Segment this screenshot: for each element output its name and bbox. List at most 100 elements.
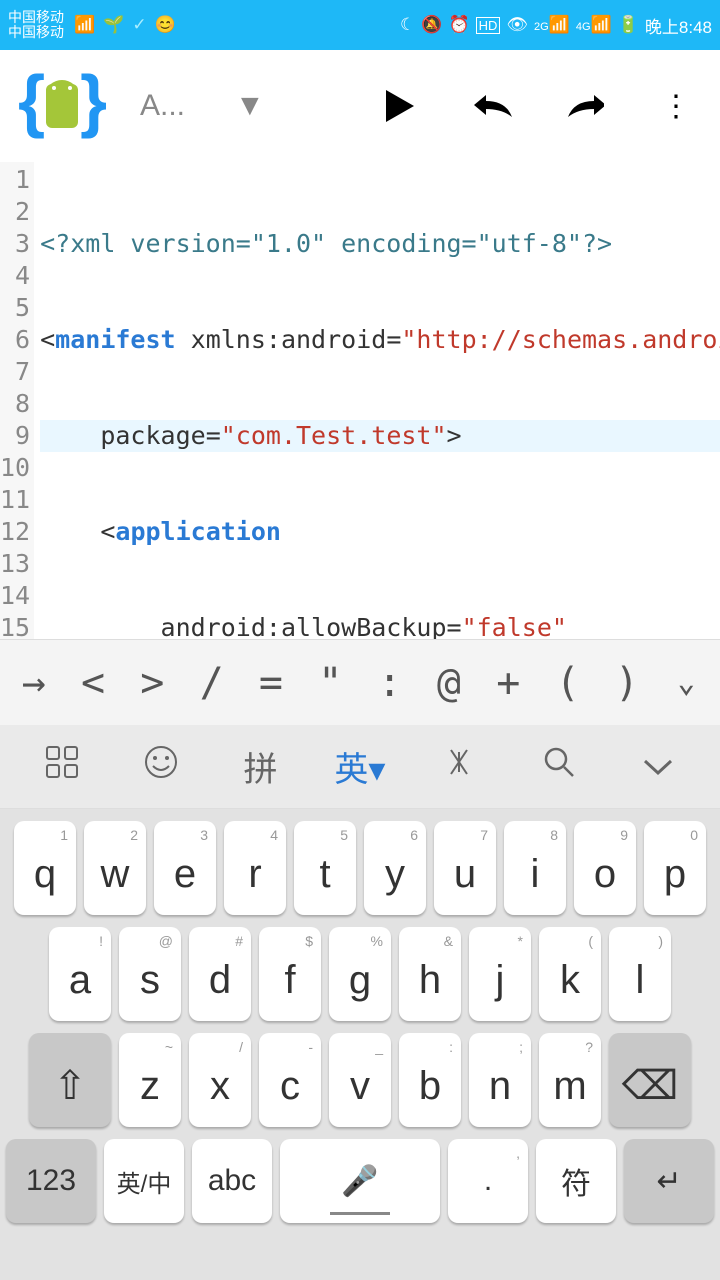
hd-icon: HD [476, 17, 501, 34]
kbd-row-2: !a@s#d$f%g&h*j(k)l [6, 927, 714, 1021]
kbd-pinyin-tab[interactable]: 拼 [225, 742, 297, 791]
key-p[interactable]: 0p [644, 821, 706, 915]
sym-lt[interactable]: < [64, 660, 122, 706]
overflow-menu[interactable]: ⋮ [656, 86, 696, 126]
key-u[interactable]: 7u [434, 821, 496, 915]
signal-4g: 4G📶 [576, 15, 612, 35]
symbol-key[interactable]: 符 [536, 1139, 616, 1223]
key-e[interactable]: 3e [154, 821, 216, 915]
enter-key[interactable]: ↵ [624, 1139, 714, 1223]
key-k[interactable]: (k [539, 927, 601, 1021]
carrier-labels: 中国移动 中国移动 [8, 10, 64, 41]
sym-rparen[interactable]: ) [598, 660, 656, 706]
code-line: <application [40, 516, 720, 548]
sym-gt[interactable]: > [123, 660, 181, 706]
soft-keyboard: 1q2w3e4r5t6y7u8i9o0p !a@s#d$f%g&h*j(k)l … [0, 809, 720, 1280]
carrier-1: 中国移动 [8, 10, 64, 25]
key-s[interactable]: @s [119, 927, 181, 1021]
sym-colon[interactable]: : [361, 660, 419, 706]
key-j[interactable]: *j [469, 927, 531, 1021]
svg-text:}: } [80, 64, 106, 139]
dropdown-icon: ▼ [235, 89, 265, 123]
key-q[interactable]: 1q [14, 821, 76, 915]
status-bar: 中国移动 中国移动 📶 🌱 ✓ 😊 ☾ 🔕 ⏰ HD 👁 2G📶 4G📶 🔋 晚… [0, 0, 720, 50]
sym-collapse[interactable]: ⌄ [657, 665, 715, 700]
kbd-row-1: 1q2w3e4r5t6y7u8i9o0p [6, 821, 714, 915]
file-label: A... [140, 89, 185, 123]
key-z[interactable]: ~z [119, 1033, 181, 1127]
sym-plus[interactable]: + [479, 660, 537, 706]
sym-slash[interactable]: / [183, 660, 241, 706]
lang-key[interactable]: 英/中 [104, 1139, 184, 1223]
moon-icon: ☾ [400, 15, 415, 35]
status-left-icons: 📶 🌱 ✓ 😊 [74, 15, 176, 35]
face-icon: 😊 [155, 15, 176, 35]
file-dropdown[interactable]: A... ▼ [140, 89, 380, 123]
code-line: <manifest xmlns:android="http://schemas.… [40, 324, 720, 356]
keyboard-toolbar: 拼 英▾ [0, 725, 720, 809]
key-m[interactable]: ?m [539, 1033, 601, 1127]
sprout-icon: 🌱 [103, 15, 124, 35]
key-v[interactable]: _v [329, 1033, 391, 1127]
mute-icon: 🔕 [421, 15, 442, 35]
sym-at[interactable]: @ [420, 660, 478, 706]
key-t[interactable]: 5t [294, 821, 356, 915]
kbd-row-3: ⇧ ~z/x-c_v:b;n?m ⌫ [6, 1033, 714, 1127]
pulse-icon: 📶 [74, 15, 95, 35]
sym-lparen[interactable]: ( [539, 660, 597, 706]
key-b[interactable]: :b [399, 1033, 461, 1127]
key-i[interactable]: 8i [504, 821, 566, 915]
symbol-bar: → < > / = " : @ + ( ) ⌄ [0, 639, 720, 725]
app-logo[interactable]: { } [16, 62, 108, 150]
eye-icon: 👁 [506, 15, 528, 35]
kbd-cursor-icon[interactable] [423, 744, 495, 789]
code-content[interactable]: <?xml version="1.0" encoding="utf-8"?> <… [34, 162, 720, 639]
alarm-icon: ⏰ [448, 15, 469, 35]
kbd-grid-icon[interactable] [26, 745, 98, 788]
backspace-key[interactable]: ⌫ [609, 1033, 691, 1127]
shift-key[interactable]: ⇧ [29, 1033, 111, 1127]
key-x[interactable]: /x [189, 1033, 251, 1127]
code-line: android:allowBackup="false" [40, 612, 720, 639]
status-right: ☾ 🔕 ⏰ HD 👁 2G📶 4G📶 🔋 晚上8:48 [400, 13, 712, 38]
kbd-row-bottom: 123 英/中 abc 🎤 ,. 符 ↵ [6, 1139, 714, 1223]
period-key[interactable]: ,. [448, 1139, 528, 1223]
kbd-search-icon[interactable] [523, 744, 595, 789]
key-o[interactable]: 9o [574, 821, 636, 915]
check-icon: ✓ [132, 15, 146, 35]
key-w[interactable]: 2w [84, 821, 146, 915]
app-toolbar: { } A... ▼ ⋮ [0, 50, 720, 162]
key-g[interactable]: %g [329, 927, 391, 1021]
key-f[interactable]: $f [259, 927, 321, 1021]
sym-tab[interactable]: → [5, 660, 63, 706]
undo-button[interactable] [472, 86, 512, 126]
code-line: <?xml version="1.0" encoding="utf-8"?> [40, 228, 720, 260]
key-c[interactable]: -c [259, 1033, 321, 1127]
code-line: package="com.Test.test"> [40, 420, 720, 452]
battery-icon: 🔋 [618, 15, 639, 35]
space-key[interactable]: 🎤 [280, 1139, 440, 1223]
sym-eq[interactable]: = [242, 660, 300, 706]
key-l[interactable]: )l [609, 927, 671, 1021]
abc-key[interactable]: abc [192, 1139, 272, 1223]
code-editor[interactable]: 123 456 789 101112 131415 <?xml version=… [0, 162, 720, 639]
signal-2g: 2G📶 [534, 15, 570, 35]
key-y[interactable]: 6y [364, 821, 426, 915]
kbd-emoji-icon[interactable] [125, 744, 197, 789]
key-n[interactable]: ;n [469, 1033, 531, 1127]
sym-quote[interactable]: " [301, 660, 359, 706]
line-gutter: 123 456 789 101112 131415 [0, 162, 34, 639]
kbd-collapse-icon[interactable] [622, 747, 694, 786]
status-left: 中国移动 中国移动 📶 🌱 ✓ 😊 [8, 10, 176, 41]
carrier-2: 中国移动 [8, 25, 64, 40]
run-button[interactable] [380, 86, 420, 126]
redo-button[interactable] [564, 86, 604, 126]
key-d[interactable]: #d [189, 927, 251, 1021]
key-r[interactable]: 4r [224, 821, 286, 915]
svg-text:{: { [18, 64, 45, 139]
clock-text: 晚上8:48 [645, 13, 712, 38]
key-h[interactable]: &h [399, 927, 461, 1021]
numeric-key[interactable]: 123 [6, 1139, 96, 1223]
kbd-english-tab[interactable]: 英▾ [324, 742, 396, 791]
key-a[interactable]: !a [49, 927, 111, 1021]
